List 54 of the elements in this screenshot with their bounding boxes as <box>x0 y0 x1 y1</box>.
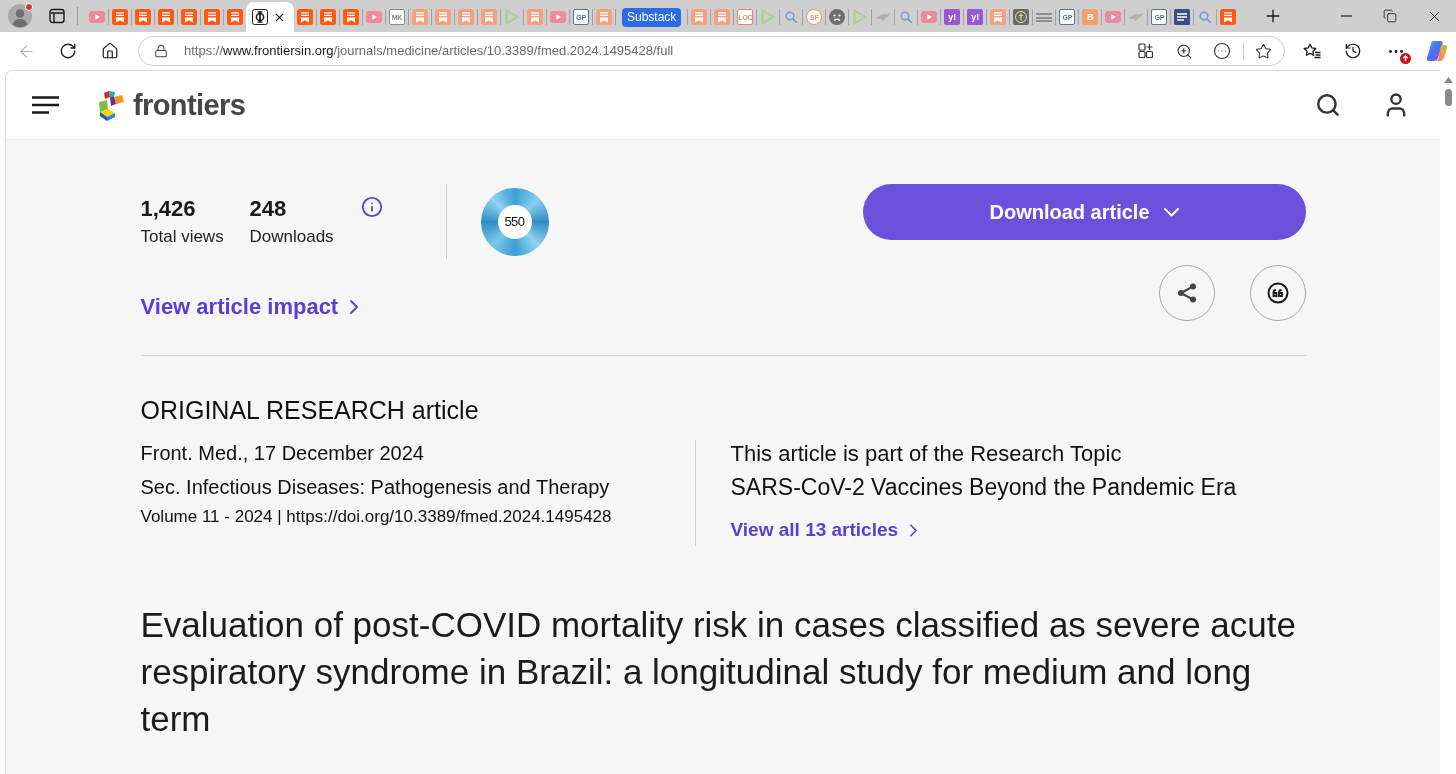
research-topic-name: SARS-CoV-2 Vaccines Beyond the Pandemic Era <box>730 473 1237 501</box>
history-icon <box>1344 42 1362 60</box>
tab-title-badge: Substack <box>622 7 682 27</box>
zoom-in-icon[interactable] <box>1176 42 1193 60</box>
search-button[interactable] <box>1314 91 1342 119</box>
stat-label: Total views <box>140 225 225 248</box>
more-dots-icon <box>1389 49 1403 53</box>
minimize-icon <box>1340 15 1352 17</box>
info-icon[interactable] <box>360 196 383 218</box>
article-title: Evaluation of post-COVID mortality risk in cases classified as severe acute respiratory syndrome in Brazil: a longitudinal study for medium and long term <box>140 604 1297 740</box>
journal-section: Sec. Infectious Diseases: Pathogenesis and Therapy <box>140 474 610 500</box>
profile-avatar-icon[interactable] <box>8 4 32 28</box>
journal-date: Front. Med., 17 December 2024 <box>140 441 424 466</box>
stat-value: 248 <box>249 194 288 223</box>
scroll-up-arrow-icon[interactable] <box>1443 77 1453 83</box>
home-icon <box>101 42 119 60</box>
letter-logo: y! <box>967 9 984 25</box>
restore-icon <box>1383 9 1397 23</box>
stat-label: Downloads <box>249 225 335 248</box>
stat-value: 1,426 <box>140 194 197 223</box>
menu-icon <box>32 96 59 114</box>
browser-tab[interactable]: Substack <box>616 2 688 32</box>
reload-icon <box>59 42 77 60</box>
scrollbar-thumb[interactable] <box>1444 89 1452 106</box>
download-button[interactable]: Download article <box>862 184 1306 240</box>
favorite-star-icon[interactable] <box>1255 42 1272 60</box>
chevron-right-icon <box>350 300 359 314</box>
letter-logo: y! <box>944 9 961 25</box>
chevron-right-icon <box>910 523 918 537</box>
impact-link[interactable]: View article impact <box>140 293 359 321</box>
cubes-logo-icon <box>97 88 126 122</box>
browser-tab[interactable]: y! <box>941 2 964 32</box>
score-donut-badge[interactable]: 550 <box>480 187 549 256</box>
tab-actions-icon[interactable] <box>49 8 65 24</box>
article-type: ORIGINAL RESEARCH article <box>140 395 480 425</box>
research-topic-intro: This article is part of the Research Topic <box>730 440 1122 468</box>
logo-wordmark[interactable]: frontiers <box>133 90 246 120</box>
chevron-down-icon <box>1163 207 1179 217</box>
lock-icon[interactable] <box>154 44 168 58</box>
search-icon <box>1315 92 1341 118</box>
quote-icon <box>1266 282 1289 304</box>
letter-logo: B <box>1082 9 1099 25</box>
browser-tab[interactable]: y! <box>964 2 987 32</box>
menu-button[interactable] <box>32 93 60 117</box>
share-icon <box>1175 282 1198 304</box>
address-bar[interactable]: https://www.frontiersin.org/journals/medicine/articles/10.3389/fmed.2024.1495428/full <box>138 36 1285 66</box>
browser-tab[interactable] <box>246 2 294 32</box>
url-text[interactable]: https://www.frontiersin.org/journals/medicine/articles/10.3389/fmed.2024.1495428/full <box>184 41 674 61</box>
gradient-logo-icon[interactable] <box>1426 40 1448 62</box>
star-list-icon <box>1303 43 1321 59</box>
add-app-icon[interactable] <box>1138 43 1154 59</box>
volume-doi: Volume 11 - 2024 | https://doi.org/10.3389/fmed.2024.1495428 <box>140 506 612 528</box>
view-articles-link[interactable]: View all 13 articles <box>730 517 918 543</box>
more-actions-icon[interactable] <box>1213 42 1231 60</box>
